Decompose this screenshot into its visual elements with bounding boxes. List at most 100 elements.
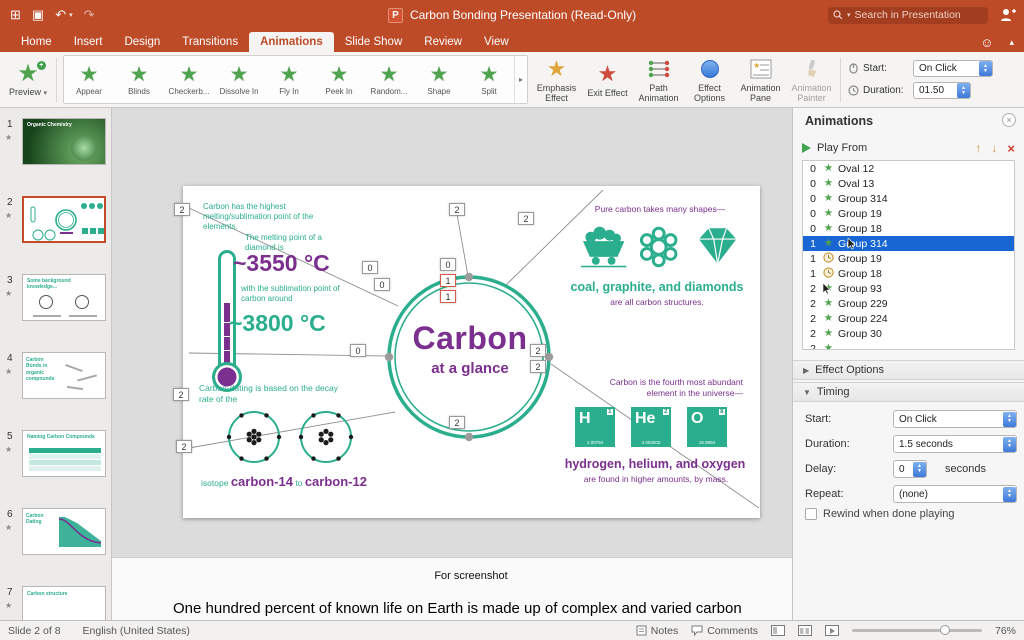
- slide-thumbnail-1[interactable]: Organic Chemistry: [22, 118, 106, 165]
- comments-toggle[interactable]: Comments: [691, 625, 758, 637]
- tab-view[interactable]: View: [473, 32, 520, 52]
- animation-order-tag[interactable]: 2: [449, 203, 465, 216]
- duration-stepper-field[interactable]: 01.50 ▲▼: [913, 82, 971, 99]
- animation-item-group-18[interactable]: 1Group 18: [803, 266, 1014, 281]
- animation-item-oval-12[interactable]: 0★Oval 12: [803, 161, 1014, 176]
- slide-editor[interactable]: Carbon has the highest melting/sublimati…: [183, 186, 760, 518]
- animation-order-tag[interactable]: 1: [440, 274, 456, 287]
- animation-painter-button[interactable]: Animation Painter: [786, 56, 837, 103]
- feedback-smiley-icon[interactable]: ☺: [980, 35, 993, 50]
- animation-order-tag[interactable]: 2: [518, 212, 534, 225]
- effect-options-icon: [701, 57, 719, 82]
- preview-button[interactable]: ★ + Preview ▾: [3, 61, 53, 98]
- animation-item-group-19[interactable]: 0★Group 19: [803, 206, 1014, 221]
- gallery-peek-in[interactable]: ★Peek In: [314, 56, 364, 103]
- timing-section[interactable]: ▼ Timing: [793, 382, 1024, 402]
- duration-stepper-icon[interactable]: ▲▼: [957, 83, 970, 98]
- notes-toggle[interactable]: Notes: [636, 625, 678, 637]
- slide-sorter-view-icon[interactable]: [798, 625, 812, 636]
- gallery-shape[interactable]: ★Shape: [414, 56, 464, 103]
- animation-item-oval-13[interactable]: 0★Oval 13: [803, 176, 1014, 191]
- gallery-random-[interactable]: ★Random...: [364, 56, 414, 103]
- gallery-expand-icon[interactable]: ▸: [514, 56, 527, 103]
- tab-insert[interactable]: Insert: [63, 32, 114, 52]
- animation-order-tag[interactable]: 2: [173, 388, 189, 401]
- slide-thumbnail-7[interactable]: Carbon structure: [22, 586, 106, 620]
- timing-duration-dropdown[interactable]: 1.5 seconds ▲▼: [893, 435, 1017, 453]
- effect-options-section[interactable]: ▶ Effect Options: [793, 360, 1024, 380]
- gallery-blinds[interactable]: ★Blinds: [114, 56, 164, 103]
- animation-order-tag[interactable]: 1: [440, 290, 456, 303]
- animation-gallery-box: ★Appear★Blinds★Checkerb...★Dissolve In★F…: [63, 55, 528, 104]
- animation-order-tag[interactable]: 2: [449, 416, 465, 429]
- tab-slide-show[interactable]: Slide Show: [334, 32, 414, 52]
- animation-order-tag[interactable]: 0: [374, 278, 390, 291]
- gallery-appear[interactable]: ★Appear: [64, 56, 114, 103]
- animation-pane-button[interactable]: ★ Animation Pane: [735, 56, 786, 103]
- animation-item-group-314[interactable]: 1★Group 314: [803, 236, 1014, 251]
- notes-pane[interactable]: For screenshot One hundred percent of kn…: [112, 557, 792, 620]
- slide-thumbnail-6[interactable]: Carbon Dating: [22, 508, 106, 555]
- slide-thumbnail-4[interactable]: Carbon Bonds in organic compounds: [22, 352, 106, 399]
- animation-order-tag[interactable]: 2: [176, 440, 192, 453]
- animation-item-group-18[interactable]: 0★Group 18: [803, 221, 1014, 236]
- animation-order-tag[interactable]: 0: [440, 258, 456, 271]
- start-dropdown[interactable]: On Click ▲▼: [913, 60, 993, 77]
- timing-duration-stepper-icon[interactable]: ▲▼: [1003, 437, 1016, 452]
- slide-thumbnail-3[interactable]: Some background knowledge...: [22, 274, 106, 321]
- exit-effect-button[interactable]: ★ Exit Effect: [582, 61, 633, 98]
- emphasis-effect-button[interactable]: ★ Emphasis Effect: [531, 56, 582, 103]
- slideshow-view-icon[interactable]: [825, 625, 839, 636]
- animation-star-icon: ★: [280, 64, 299, 86]
- animation-item-group-19[interactable]: 1Group 19: [803, 251, 1014, 266]
- close-pane-icon[interactable]: ×: [1002, 113, 1016, 127]
- timing-delay-field[interactable]: 0 ▲▼: [893, 460, 927, 478]
- zoom-slider-thumb[interactable]: [940, 625, 950, 635]
- animation-item-group-93[interactable]: 2★Group 93: [803, 281, 1014, 296]
- search-box[interactable]: ▾ Search in Presentation: [828, 7, 988, 24]
- after-previous-clock-icon: [821, 267, 836, 281]
- animation-order-tag[interactable]: 0: [362, 261, 378, 274]
- timing-start-dropdown[interactable]: On Click ▲▼: [893, 410, 1017, 428]
- gallery-fly-in[interactable]: ★Fly In: [264, 56, 314, 103]
- gallery-dissolve-in[interactable]: ★Dissolve In: [214, 56, 264, 103]
- play-from-button[interactable]: Play From: [817, 142, 867, 154]
- tab-design[interactable]: Design: [113, 32, 171, 52]
- zoom-slider[interactable]: [852, 629, 982, 632]
- entrance-star-icon: ★: [821, 298, 836, 309]
- animation-item-group-224[interactable]: 2★Group 224: [803, 311, 1014, 326]
- tab-review[interactable]: Review: [413, 32, 473, 52]
- timing-start-stepper-icon[interactable]: ▲▼: [1003, 412, 1016, 427]
- tab-home[interactable]: Home: [10, 32, 63, 52]
- gallery-checkerb-[interactable]: ★Checkerb...: [164, 56, 214, 103]
- animation-item-group-229[interactable]: 2★Group 229: [803, 296, 1014, 311]
- rewind-checkbox[interactable]: [805, 508, 817, 520]
- zoom-level[interactable]: 76%: [995, 625, 1016, 637]
- start-stepper-icon[interactable]: ▲▼: [979, 61, 992, 76]
- animation-order-tag[interactable]: 2: [530, 360, 546, 373]
- animation-item[interactable]: 2★: [803, 341, 1014, 350]
- move-up-icon[interactable]: ↑: [975, 141, 981, 155]
- tab-animations[interactable]: Animations: [249, 32, 334, 52]
- share-person-icon[interactable]: [1000, 8, 1016, 22]
- timing-repeat-dropdown[interactable]: (none) ▲▼: [893, 485, 1017, 503]
- gallery-split[interactable]: ★Split: [464, 56, 514, 103]
- animation-order-tag[interactable]: 2: [174, 203, 190, 216]
- animation-item-group-30[interactable]: 2★Group 30: [803, 326, 1014, 341]
- animation-order-tag[interactable]: 2: [530, 344, 546, 357]
- slide-thumbnail-5[interactable]: Naming Carbon Compounds: [22, 430, 106, 477]
- collapse-ribbon-icon[interactable]: ▴: [1009, 37, 1014, 48]
- animation-item-group-314[interactable]: 0★Group 314: [803, 191, 1014, 206]
- tab-transitions[interactable]: Transitions: [171, 32, 249, 52]
- slide-thumbnail-2[interactable]: [22, 196, 106, 243]
- path-animation-button[interactable]: Path Animation: [633, 56, 684, 103]
- move-down-icon[interactable]: ↓: [991, 141, 997, 155]
- animation-order-tag[interactable]: 0: [350, 344, 366, 357]
- slide-number-indicator[interactable]: Slide 2 of 8: [8, 625, 61, 637]
- delete-animation-icon[interactable]: ×: [1007, 141, 1015, 156]
- timing-delay-stepper-icon[interactable]: ▲▼: [913, 462, 926, 477]
- language-indicator[interactable]: English (United States): [83, 625, 190, 637]
- timing-repeat-stepper-icon[interactable]: ▲▼: [1003, 487, 1016, 502]
- normal-view-icon[interactable]: [771, 625, 785, 636]
- effect-options-button[interactable]: Effect Options: [684, 56, 735, 103]
